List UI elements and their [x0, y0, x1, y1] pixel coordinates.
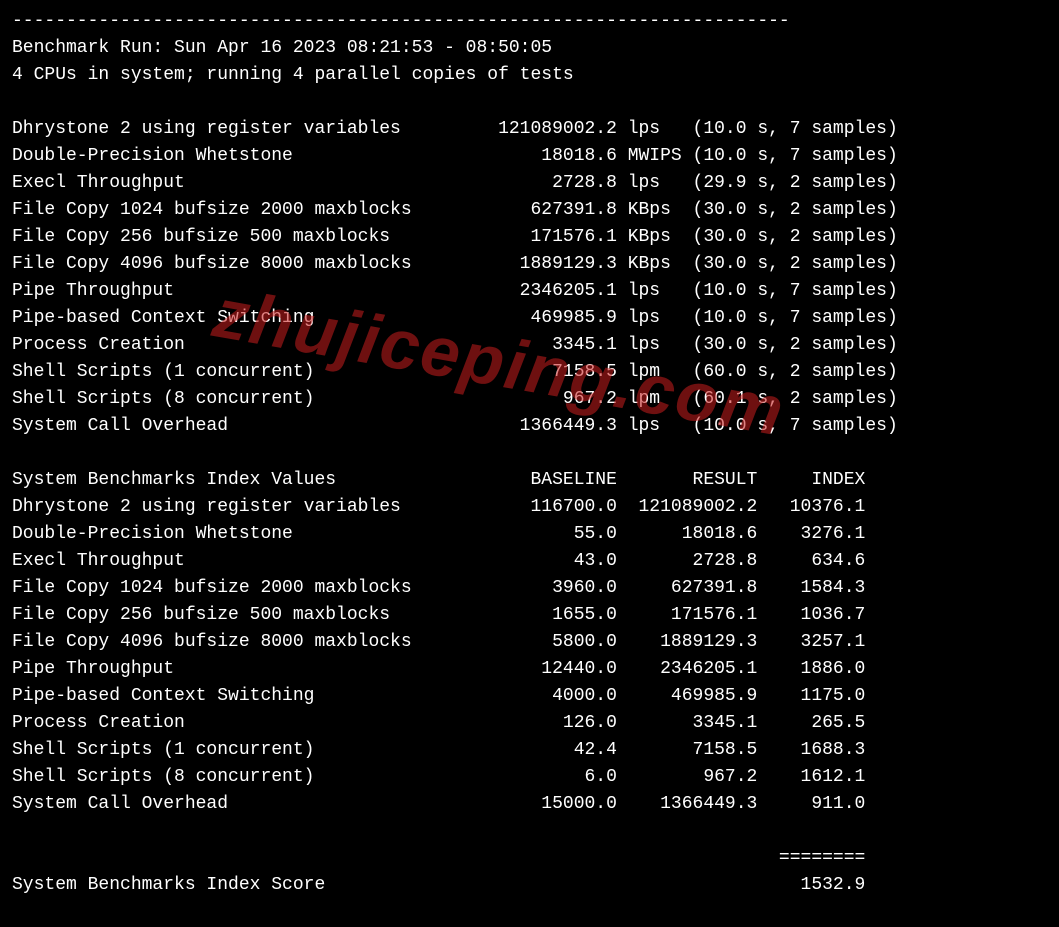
- benchmark-run-line: Benchmark Run: Sun Apr 16 2023 08:21:53 …: [12, 38, 552, 58]
- tests-block: Dhrystone 2 using register variables 121…: [12, 119, 898, 436]
- index-block: System Benchmarks Index Values BASELINE …: [12, 470, 865, 814]
- cpu-info-line: 4 CPUs in system; running 4 parallel cop…: [12, 65, 574, 85]
- divider-line: ----------------------------------------…: [12, 11, 790, 31]
- score-block: ======== System Benchmarks Index Score 1…: [12, 848, 865, 895]
- terminal-output: ----------------------------------------…: [12, 8, 1047, 899]
